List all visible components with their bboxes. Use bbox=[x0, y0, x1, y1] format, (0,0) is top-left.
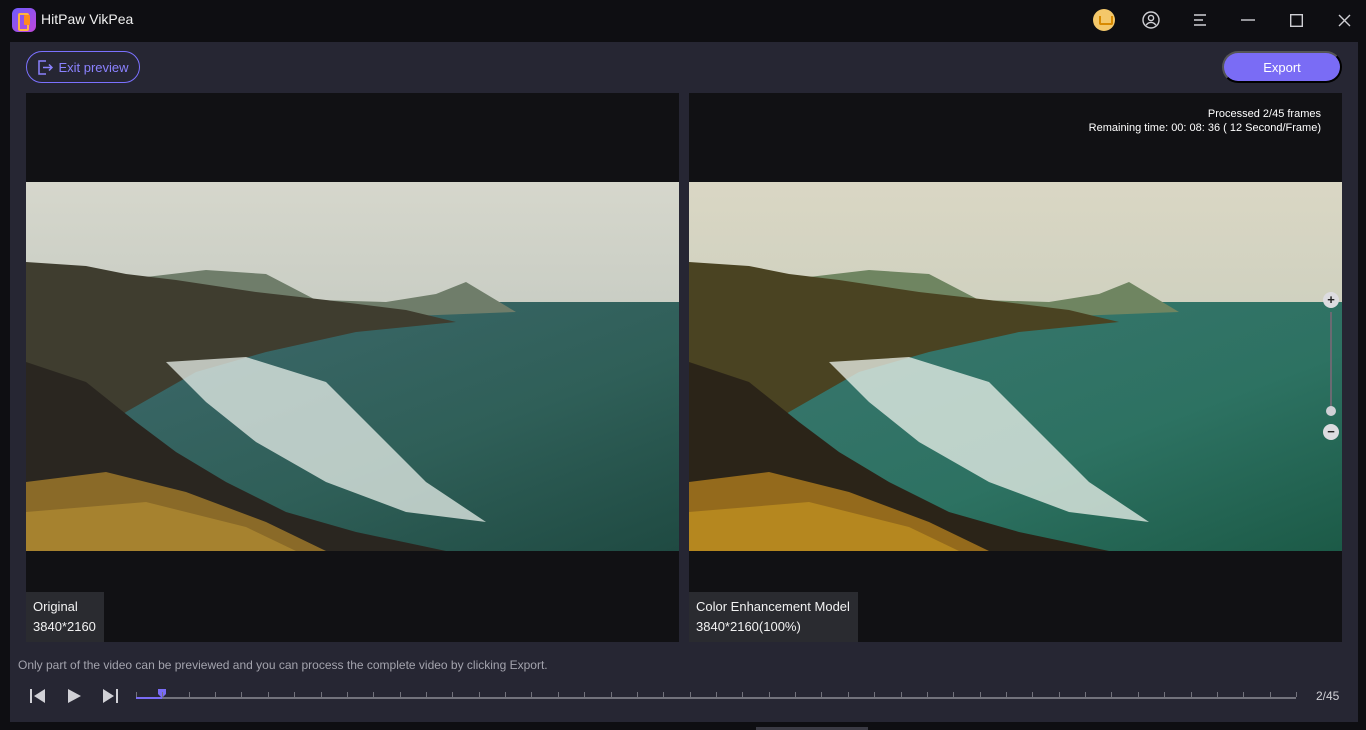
maximize-icon[interactable] bbox=[1284, 8, 1308, 32]
original-title: Original bbox=[33, 599, 78, 614]
cart-icon[interactable] bbox=[1092, 8, 1116, 32]
timeline-tick bbox=[400, 692, 401, 697]
timeline-tick bbox=[215, 692, 216, 697]
original-preview-pane: Original 3840*2160 bbox=[26, 93, 679, 642]
title-bar: HitPaw VikPea bbox=[0, 0, 1366, 40]
timeline-tick bbox=[584, 692, 585, 697]
app-logo-icon bbox=[12, 8, 36, 32]
timeline-progress bbox=[136, 697, 162, 699]
timeline-tick bbox=[927, 692, 928, 697]
timeline-tick bbox=[901, 692, 902, 697]
timeline-tick bbox=[769, 692, 770, 697]
zoom-slider-handle[interactable] bbox=[1326, 406, 1336, 416]
original-info-box: Original 3840*2160 bbox=[26, 592, 104, 642]
timeline-tick bbox=[1032, 692, 1033, 697]
preview-hint-text: Only part of the video can be previewed … bbox=[18, 658, 548, 672]
timeline-track bbox=[136, 697, 1296, 699]
processing-status: Processed 2/45 frames Remaining time: 00… bbox=[1089, 107, 1321, 135]
timeline-tick bbox=[162, 692, 163, 697]
app-title: HitPaw VikPea bbox=[41, 11, 134, 27]
timeline-tick bbox=[690, 692, 691, 697]
play-icon[interactable] bbox=[64, 686, 84, 706]
timeline-tick bbox=[1006, 692, 1007, 697]
frame-timeline[interactable] bbox=[136, 689, 1297, 703]
timeline-tick bbox=[1138, 692, 1139, 697]
exit-preview-label: Exit preview bbox=[58, 59, 129, 75]
minimize-icon[interactable] bbox=[1236, 8, 1260, 32]
timeline-tick bbox=[848, 692, 849, 697]
model-title: Color Enhancement Model bbox=[696, 599, 850, 614]
timeline-tick bbox=[1164, 692, 1165, 697]
exit-icon bbox=[38, 59, 54, 75]
timeline-tick bbox=[189, 692, 190, 697]
timeline-tick bbox=[347, 692, 348, 697]
previous-frame-icon[interactable] bbox=[28, 686, 48, 706]
zoom-out-icon[interactable]: − bbox=[1323, 424, 1339, 440]
zoom-slider[interactable] bbox=[1330, 312, 1332, 412]
timeline-tick bbox=[294, 692, 295, 697]
timeline-tick bbox=[742, 692, 743, 697]
timeline-tick bbox=[321, 692, 322, 697]
processed-frames-text: Processed 2/45 frames bbox=[1207, 108, 1321, 120]
preview-panel: Exit preview Export Original 3840*2160 P… bbox=[10, 42, 1358, 722]
next-frame-icon[interactable] bbox=[100, 686, 120, 706]
original-resolution: 3840*2160 bbox=[33, 619, 96, 634]
timeline-tick bbox=[241, 692, 242, 697]
exit-preview-button[interactable]: Exit preview bbox=[26, 51, 140, 83]
enhanced-video-frame bbox=[689, 182, 1342, 551]
original-video-frame bbox=[26, 182, 679, 551]
timeline-tick bbox=[268, 692, 269, 697]
timeline-tick bbox=[1191, 692, 1192, 697]
timeline-tick bbox=[821, 692, 822, 697]
timeline-tick bbox=[874, 692, 875, 697]
remaining-time-text: Remaining time: 00: 08: 36 ( 12 Second/F… bbox=[1088, 122, 1321, 134]
timeline-tick bbox=[136, 692, 137, 697]
user-account-icon[interactable] bbox=[1139, 8, 1163, 32]
timeline-tick bbox=[1296, 692, 1297, 697]
timeline-tick bbox=[980, 692, 981, 697]
timeline-tick bbox=[611, 692, 612, 697]
timeline-tick bbox=[1085, 692, 1086, 697]
timeline-tick bbox=[1111, 692, 1112, 697]
timeline-tick bbox=[373, 692, 374, 697]
close-icon[interactable] bbox=[1332, 8, 1356, 32]
export-button[interactable]: Export bbox=[1222, 51, 1342, 83]
timeline-tick bbox=[795, 692, 796, 697]
timeline-tick bbox=[1270, 692, 1271, 697]
timeline-tick bbox=[1243, 692, 1244, 697]
timeline-tick bbox=[1059, 692, 1060, 697]
timeline-tick bbox=[505, 692, 506, 697]
enhanced-resolution: 3840*2160(100%) bbox=[696, 619, 801, 634]
timeline-tick bbox=[452, 692, 453, 697]
timeline-tick bbox=[663, 692, 664, 697]
timeline-tick bbox=[531, 692, 532, 697]
timeline-tick bbox=[716, 692, 717, 697]
menu-icon[interactable] bbox=[1188, 8, 1212, 32]
enhanced-info-box: Color Enhancement Model 3840*2160(100%) bbox=[689, 592, 858, 642]
timeline-tick bbox=[479, 692, 480, 697]
timeline-tick bbox=[426, 692, 427, 697]
zoom-control: + − bbox=[1321, 292, 1341, 440]
timeline-tick bbox=[953, 692, 954, 697]
timeline-tick bbox=[1217, 692, 1218, 697]
enhanced-preview-pane: Processed 2/45 frames Remaining time: 00… bbox=[689, 93, 1342, 642]
timeline-tick bbox=[558, 692, 559, 697]
zoom-in-icon[interactable]: + bbox=[1323, 292, 1339, 308]
timeline-tick bbox=[637, 692, 638, 697]
frame-counter: 2/45 bbox=[1316, 689, 1340, 703]
